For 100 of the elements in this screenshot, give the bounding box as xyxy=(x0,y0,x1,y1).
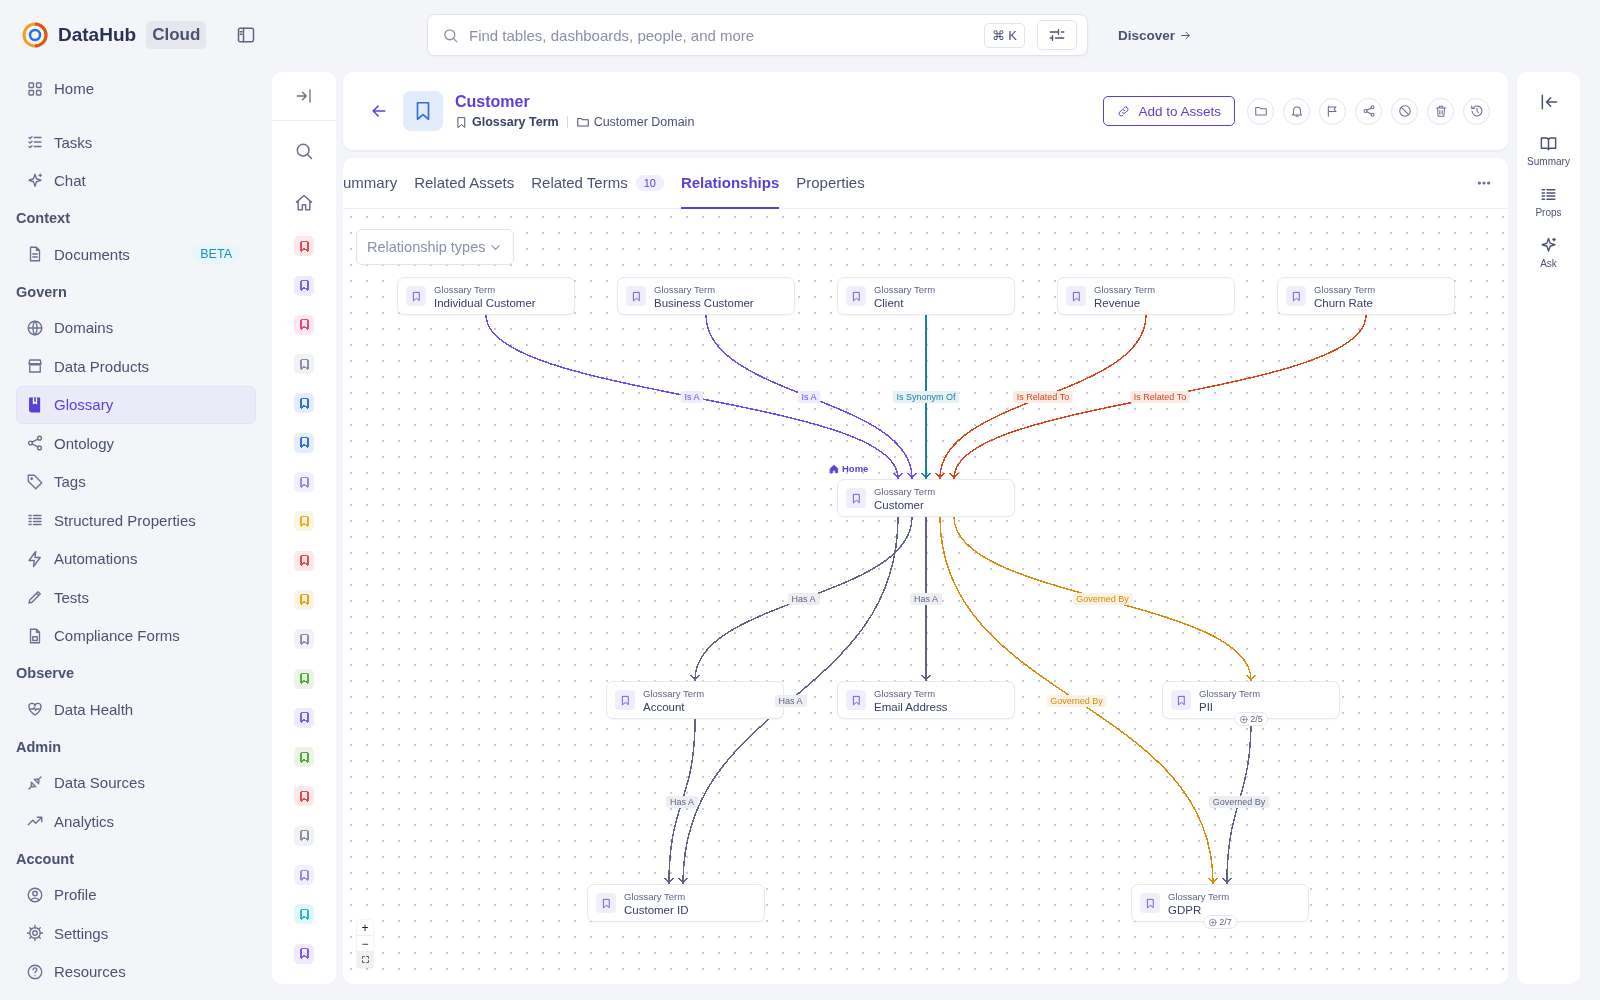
flag-button[interactable] xyxy=(1319,97,1346,125)
zoom-in-button[interactable]: + xyxy=(357,920,373,936)
term-node[interactable]: Glossary Term Customer xyxy=(837,479,1015,517)
node-type: Glossary Term xyxy=(1094,283,1156,295)
nav-item[interactable]: Data Health xyxy=(16,690,256,728)
bell-button[interactable] xyxy=(1283,97,1310,125)
search-icon xyxy=(442,26,459,44)
side-panel-tab[interactable]: Ask xyxy=(1539,236,1558,269)
side-panel-tab[interactable]: Props xyxy=(1535,185,1562,218)
block-button[interactable] xyxy=(1391,97,1418,125)
add-to-assets-button[interactable]: Add to Assets xyxy=(1103,96,1235,126)
nav-item[interactable]: Documents BETA xyxy=(16,235,256,273)
share-icon xyxy=(1361,104,1376,118)
edition-label: Cloud xyxy=(146,21,207,49)
pencil-icon xyxy=(26,588,44,607)
bell-icon xyxy=(1289,104,1304,118)
gear-icon xyxy=(26,924,44,943)
globe-icon xyxy=(26,318,44,337)
home-marker: Home xyxy=(829,463,869,474)
nav-item[interactable]: Compliance Forms xyxy=(16,617,256,655)
bookmark-icon xyxy=(600,897,612,909)
filter-button[interactable] xyxy=(1037,20,1077,50)
tab[interactable]: Related Terms 10 xyxy=(531,158,664,209)
search-icon xyxy=(294,141,314,161)
nav-item[interactable]: Tests xyxy=(16,578,256,616)
shortcut-hint: ⌘ K xyxy=(983,22,1025,48)
nav-item[interactable]: Settings xyxy=(16,914,256,952)
home-icon xyxy=(294,193,314,213)
bolt-icon xyxy=(26,549,44,568)
link-icon xyxy=(1117,104,1131,118)
tab[interactable]: Properties xyxy=(796,158,865,209)
user-circle-icon xyxy=(26,885,44,904)
app-name: DataHub xyxy=(58,24,137,46)
edge-label: Is Synonym Of xyxy=(892,391,960,403)
nav-item[interactable]: Chat xyxy=(16,162,256,200)
edge-label: Is Related To xyxy=(1012,391,1074,403)
fit-view-icon xyxy=(360,955,370,964)
bookmark-icon xyxy=(619,694,631,706)
bookmark-icon xyxy=(1070,290,1082,302)
zoom-out-button[interactable]: − xyxy=(357,936,373,952)
sparkle-icon xyxy=(1539,236,1558,255)
share-button[interactable] xyxy=(1355,97,1382,125)
node-type: Glossary Term xyxy=(1168,890,1230,902)
discover-link[interactable]: Discover xyxy=(1112,26,1199,44)
search-bar[interactable]: Find tables, dashboards, people, and more ⌘ K xyxy=(427,14,1088,56)
bookmark-icon xyxy=(1144,897,1156,909)
history-button[interactable] xyxy=(1463,97,1490,125)
node-type: Glossary Term xyxy=(874,687,937,699)
plus-circle-icon xyxy=(1239,714,1249,724)
nav-item[interactable]: Tasks xyxy=(16,123,256,161)
folder-button[interactable] xyxy=(1247,97,1274,125)
bookmark-icon xyxy=(1290,290,1302,302)
edge-label: Governed By xyxy=(1208,795,1270,808)
search-field[interactable]: Find tables, dashboards, people, and more xyxy=(467,25,976,45)
fit-view-button[interactable] xyxy=(357,952,373,968)
side-panel-tab[interactable]: Summary xyxy=(1527,134,1570,167)
node-name: Customer ID xyxy=(624,903,689,916)
term-node[interactable]: Glossary Term Business Customer xyxy=(617,277,795,315)
edge-label: Has A xyxy=(910,593,942,605)
nav-item[interactable]: Tags xyxy=(16,463,256,501)
tab[interactable]: Related Assets xyxy=(414,158,515,209)
nav-item[interactable]: Domains xyxy=(16,309,256,347)
node-name: Business Customer xyxy=(654,296,754,309)
history-icon xyxy=(1469,104,1484,118)
bookmark-icon xyxy=(850,694,862,706)
node-name: GDPR xyxy=(1168,903,1203,916)
nav-item[interactable]: Analytics xyxy=(16,802,256,840)
trash-button[interactable] xyxy=(1427,97,1454,125)
nav-item[interactable]: Ontology xyxy=(16,424,256,462)
domain-link[interactable]: Customer Domain xyxy=(593,115,695,129)
count-badge: 2/7 xyxy=(1203,915,1237,929)
sidebar-toggle[interactable] xyxy=(236,25,256,45)
entity-type: Glossary Term xyxy=(472,115,559,129)
home-icon xyxy=(829,463,839,474)
share-icon xyxy=(26,434,44,453)
node-type: Glossary Term xyxy=(654,283,717,295)
nav-item[interactable]: Profile xyxy=(16,876,256,914)
node-name: Customer xyxy=(874,498,925,511)
term-node[interactable]: Glossary Term Individual Customer xyxy=(397,277,575,315)
term-node[interactable]: Glossary Term Revenue xyxy=(1057,277,1235,315)
term-node[interactable]: Glossary Term Email Address xyxy=(837,681,1015,719)
expand-button[interactable] xyxy=(295,87,313,105)
nav-item[interactable]: Automations xyxy=(16,540,256,578)
tab[interactable]: ummary xyxy=(343,158,398,209)
nav-item[interactable]: Structured Properties xyxy=(16,501,256,539)
nav-item[interactable]: Data Products xyxy=(16,347,256,385)
collapse-icon xyxy=(295,87,313,105)
term-node[interactable]: Glossary Term Churn Rate xyxy=(1277,277,1455,315)
term-node[interactable]: Glossary Term Customer ID xyxy=(587,884,765,922)
nav-item[interactable]: Data Sources xyxy=(16,764,256,802)
term-node[interactable]: Glossary Term Client xyxy=(837,277,1015,315)
node-type: Glossary Term xyxy=(434,283,497,295)
nav-item[interactable]: Resources xyxy=(16,953,256,991)
bookmark-icon xyxy=(630,290,642,302)
section-heading: Govern xyxy=(16,282,68,302)
section-heading: Context xyxy=(16,209,71,228)
nav-item[interactable]: Home xyxy=(16,70,256,108)
storefront-icon xyxy=(26,357,44,376)
nav-item[interactable]: Glossary xyxy=(16,386,256,424)
beta-badge: BETA xyxy=(192,244,240,265)
